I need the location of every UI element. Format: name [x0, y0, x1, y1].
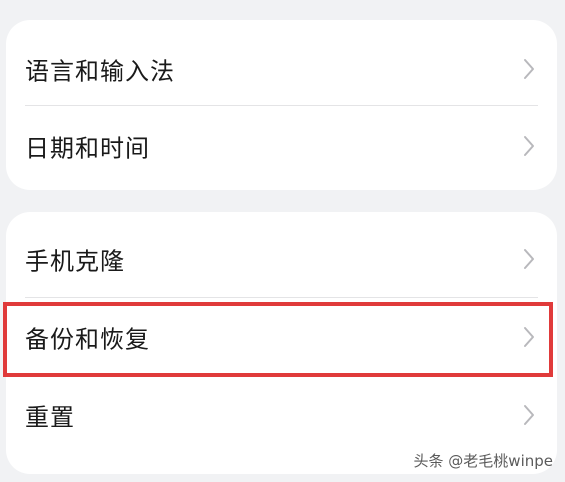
chevron-right-icon	[524, 249, 534, 269]
settings-item-date-time[interactable]: 日期和时间	[6, 107, 557, 185]
settings-item-label: 日期和时间	[25, 134, 150, 163]
settings-item-label: 语言和输入法	[25, 57, 175, 86]
chevron-right-icon	[524, 405, 534, 425]
settings-item-label: 手机克隆	[25, 247, 125, 276]
settings-group-2: 手机克隆 备份和恢复 重置	[6, 212, 557, 474]
settings-item-phone-clone[interactable]: 手机克隆	[6, 220, 557, 298]
chevron-right-icon	[524, 327, 534, 347]
settings-item-backup-restore[interactable]: 备份和恢复	[6, 298, 557, 376]
settings-item-language-input[interactable]: 语言和输入法	[6, 30, 557, 108]
settings-item-label: 重置	[25, 403, 75, 432]
chevron-right-icon	[524, 136, 534, 156]
settings-group-1: 语言和输入法 日期和时间	[6, 20, 557, 190]
watermark-text: 头条 @老毛桃winpe	[413, 452, 553, 470]
divider	[25, 105, 538, 106]
settings-item-reset[interactable]: 重置	[6, 376, 557, 454]
chevron-right-icon	[524, 59, 534, 79]
settings-item-label: 备份和恢复	[25, 325, 150, 354]
